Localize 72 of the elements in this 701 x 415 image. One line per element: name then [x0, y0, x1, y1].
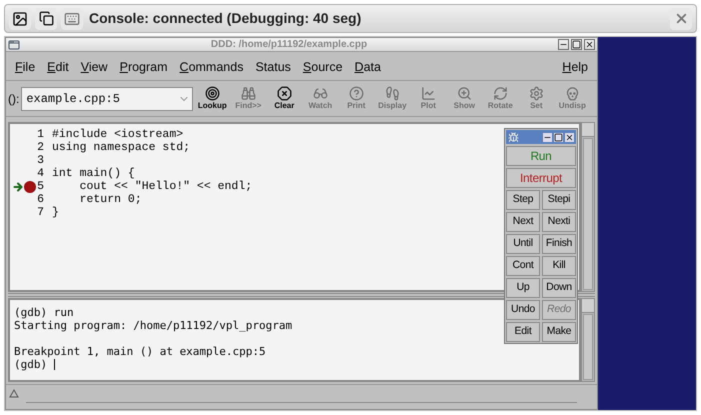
copy-icon[interactable] [35, 8, 57, 30]
minimize-icon[interactable] [543, 132, 552, 142]
line-number: 2 [36, 141, 44, 154]
code-line: cout << "Hello!" << endl; [78, 180, 252, 193]
binoculars-icon [240, 86, 256, 101]
maximize-icon[interactable] [571, 39, 582, 50]
menu-item[interactable]: Data [350, 58, 386, 77]
command-button[interactable]: Undo [506, 300, 540, 320]
command-button[interactable]: Nexti [542, 212, 576, 232]
command-button[interactable]: Interrupt [506, 168, 576, 188]
image-icon[interactable] [9, 8, 31, 30]
target-icon [204, 86, 220, 101]
code-line: return 0; [78, 193, 142, 206]
command-button[interactable]: Edit [506, 322, 540, 342]
command-button[interactable]: Make [542, 322, 576, 342]
bug-icon [508, 132, 519, 142]
menu-item[interactable]: Help [557, 58, 593, 77]
footprints-icon [384, 86, 400, 101]
line-number: 4 [36, 167, 44, 180]
minimize-icon[interactable] [558, 39, 569, 50]
triangle-icon [9, 389, 19, 398]
console-line: Starting program: /home/p11192/vpl_program [14, 319, 292, 332]
toolbar-button[interactable]: Clear [267, 86, 302, 111]
menu-item[interactable]: Commands [174, 58, 248, 77]
console-line: (gdb) run [14, 306, 74, 319]
code-line: #include <iostream> [52, 128, 184, 141]
menu-item[interactable]: Program [114, 58, 173, 77]
menu-item[interactable]: View [76, 58, 113, 77]
toolbar-button[interactable]: Lookup [195, 86, 230, 111]
command-button[interactable]: Up [506, 278, 540, 298]
code-line: } [52, 206, 59, 219]
command-button[interactable]: Kill [542, 256, 576, 276]
gear-icon [528, 86, 544, 101]
command-button[interactable]: Finish [542, 234, 576, 254]
zoom-icon [456, 86, 472, 101]
command-button[interactable]: Cont [506, 256, 540, 276]
scrollbar[interactable] [581, 122, 595, 292]
line-number: 1 [36, 128, 44, 141]
keyboard-icon[interactable] [61, 8, 83, 30]
console-line: (gdb) [14, 358, 48, 371]
console-line: Breakpoint 1, main () at example.cpp:5 [14, 345, 266, 358]
argument-field[interactable]: example.cpp:5 [21, 86, 194, 110]
text-cursor-icon [54, 359, 56, 370]
chart-icon [420, 86, 436, 101]
line-number: 6 [36, 193, 44, 206]
skull-icon [564, 86, 580, 101]
rotate-icon [492, 86, 508, 101]
code-line: using namespace std; [52, 141, 190, 154]
command-button[interactable]: Next [506, 212, 540, 232]
menu-item[interactable]: File [10, 58, 40, 77]
close-icon[interactable] [565, 132, 574, 142]
close-icon[interactable] [584, 39, 595, 50]
console-title: Console: connected (Debugging: 40 seg) [89, 9, 362, 28]
question-mark-icon [348, 86, 364, 101]
command-button[interactable]: Step [506, 190, 540, 210]
code-line: int main() { [52, 167, 135, 180]
menu-item[interactable]: Status [250, 58, 296, 77]
window-title: DDD: /home/p11192/example.cpp [210, 38, 368, 52]
argument-label: (): [8, 90, 20, 108]
scrollbar[interactable] [581, 298, 595, 382]
command-button[interactable]: Stepi [542, 190, 576, 210]
stop-sign-icon [276, 86, 292, 101]
line-number: 3 [36, 154, 44, 167]
menu-item[interactable]: Source [298, 58, 348, 77]
line-number: 7 [36, 206, 44, 219]
command-button[interactable]: Down [542, 278, 576, 298]
window-icon [8, 38, 20, 50]
line-number: 5 [36, 180, 44, 193]
command-button[interactable]: Until [506, 234, 540, 254]
maximize-icon[interactable] [554, 132, 563, 142]
glasses-icon [312, 86, 328, 101]
menu-item[interactable]: Edit [42, 58, 74, 77]
